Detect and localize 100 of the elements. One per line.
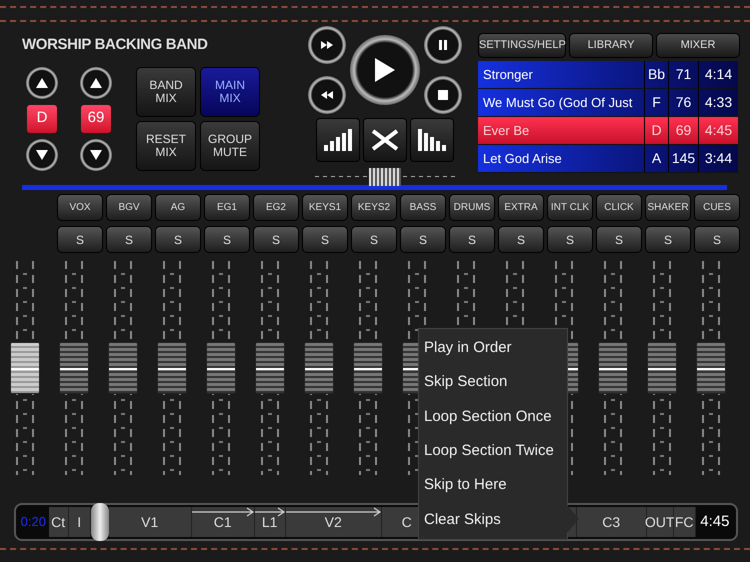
fast-forward-icon — [321, 41, 333, 49]
solo-button[interactable]: S — [400, 226, 446, 253]
section-label: I — [77, 512, 82, 532]
app-title: WORSHIP BACKING BAND — [22, 35, 209, 55]
song-length: 4:33 — [698, 89, 738, 116]
menu-item[interactable]: Clear Skips — [419, 502, 567, 537]
solo-button[interactable]: S — [302, 226, 348, 253]
menu-item[interactable]: Play in Order — [419, 331, 567, 366]
mix-button[interactable]: RESET MIX — [136, 120, 196, 170]
channel-label-button[interactable]: KEYS1 — [302, 194, 348, 221]
channel-label-button[interactable]: SHAKER — [645, 194, 691, 221]
solo-button[interactable]: S — [57, 226, 103, 253]
shuffle-button[interactable] — [363, 118, 407, 162]
fader-thumb[interactable] — [10, 342, 40, 394]
section-segment[interactable]: I — [68, 507, 91, 537]
rewind-icon — [321, 91, 333, 99]
total-time: 4:45 — [699, 512, 730, 532]
solo-button[interactable]: S — [106, 226, 152, 253]
channel-label-button[interactable]: DRUMS — [449, 194, 495, 221]
channel-label-button[interactable]: BGV — [106, 194, 152, 221]
fader-thumb[interactable] — [206, 342, 236, 394]
song-key: D — [644, 117, 668, 144]
song-length: 4:14 — [698, 61, 738, 88]
section-label: OUT — [644, 512, 674, 532]
menu-item[interactable]: Loop Section Twice — [419, 434, 567, 468]
fader-thumb[interactable] — [598, 342, 628, 394]
solo-button[interactable]: S — [694, 226, 740, 253]
pause-icon — [439, 40, 447, 50]
nav-button[interactable]: LIBRARY — [569, 33, 653, 58]
channel-label-button[interactable]: EXTRA — [498, 194, 544, 221]
channel-label-button[interactable]: VOX — [57, 194, 103, 221]
fader-thumb[interactable] — [352, 342, 382, 394]
section-label: V2 — [324, 512, 342, 532]
section-label: C1 — [214, 512, 232, 532]
section-segment[interactable]: V1 — [108, 507, 192, 537]
song-length: 4:45 — [698, 117, 738, 144]
pause-button[interactable] — [424, 26, 462, 64]
menu-item[interactable]: Skip to Here — [419, 468, 567, 503]
fade-out-button[interactable] — [410, 118, 454, 162]
solo-button[interactable]: S — [253, 226, 299, 253]
channel-label-button[interactable]: EG2 — [253, 194, 299, 221]
nav-button[interactable]: MIXER — [656, 33, 740, 58]
solo-button[interactable]: S — [547, 226, 593, 253]
up-triangle-icon — [36, 78, 48, 88]
section-segment[interactable]: C3 — [576, 507, 647, 537]
crossfade-thumb[interactable] — [369, 168, 401, 186]
song-key: A — [644, 145, 668, 172]
fader-thumb[interactable] — [304, 342, 334, 394]
menu-item[interactable]: Loop Section Once — [419, 400, 567, 434]
playhead-handle[interactable] — [90, 503, 109, 541]
fade-in-button[interactable] — [316, 118, 360, 162]
song-bpm: 76 — [668, 89, 698, 116]
section-segment[interactable]: FC — [674, 507, 696, 537]
fader-thumb[interactable] — [646, 342, 676, 394]
solo-button[interactable]: S — [351, 226, 397, 253]
section-segment[interactable]: Ct — [48, 507, 69, 537]
cross-icon — [371, 129, 399, 151]
up-button[interactable] — [80, 66, 112, 98]
channel-label-button[interactable]: CUES — [694, 194, 740, 221]
down-button[interactable] — [26, 138, 58, 170]
section-segment[interactable]: V2 — [286, 507, 382, 537]
solo-button[interactable]: S — [449, 226, 495, 253]
channel-label-button[interactable]: EG1 — [204, 194, 250, 221]
fader-thumb[interactable] — [156, 342, 186, 394]
section-segment[interactable]: C1 — [192, 507, 255, 537]
rewind-button[interactable] — [308, 76, 346, 114]
setlist-row[interactable]: Stronger Bb 71 4:14 — [478, 61, 738, 89]
channel-label-button[interactable]: CLICK — [596, 194, 642, 221]
fader-thumb[interactable] — [58, 342, 88, 394]
section-segment[interactable]: L1 — [254, 507, 286, 537]
solo-button[interactable]: S — [204, 226, 250, 253]
fader-thumb[interactable] — [108, 342, 138, 394]
song-title: Ever Be — [482, 122, 530, 140]
solo-button[interactable]: S — [596, 226, 642, 253]
section-label: C3 — [602, 512, 620, 532]
song-bpm: 145 — [668, 145, 698, 172]
down-button[interactable] — [80, 138, 112, 170]
descending-bars-icon — [418, 129, 446, 151]
channel-label-button[interactable]: INT CLK — [547, 194, 593, 221]
channel-label-button[interactable]: AG — [155, 194, 201, 221]
mix-button[interactable]: BAND MIX — [136, 66, 196, 116]
song-title: Stronger — [482, 66, 534, 84]
mix-button[interactable]: MAIN MIX — [200, 66, 260, 116]
setlist-row[interactable]: We Must Go (God Of Just F 76 4:33 — [478, 89, 738, 117]
stop-button[interactable] — [424, 76, 462, 114]
solo-button[interactable]: S — [645, 226, 691, 253]
up-button[interactable] — [26, 66, 58, 98]
setlist-row[interactable]: Let God Arise A 145 3:44 — [478, 145, 738, 173]
channel-label-button[interactable]: KEYS2 — [351, 194, 397, 221]
down-triangle-icon — [90, 150, 102, 160]
nav-button[interactable]: SETTINGS/HELP — [478, 33, 566, 58]
channel-label-button[interactable]: BASS — [400, 194, 446, 221]
solo-button[interactable]: S — [155, 226, 201, 253]
section-segment[interactable]: OUT — [646, 507, 674, 537]
fader-thumb[interactable] — [254, 342, 284, 394]
fader-thumb[interactable] — [696, 342, 726, 394]
fast-forward-button[interactable] — [308, 26, 346, 64]
solo-button[interactable]: S — [498, 226, 544, 253]
menu-item[interactable]: Skip Section — [419, 365, 567, 400]
mix-button[interactable]: GROUP MUTE — [200, 120, 260, 170]
